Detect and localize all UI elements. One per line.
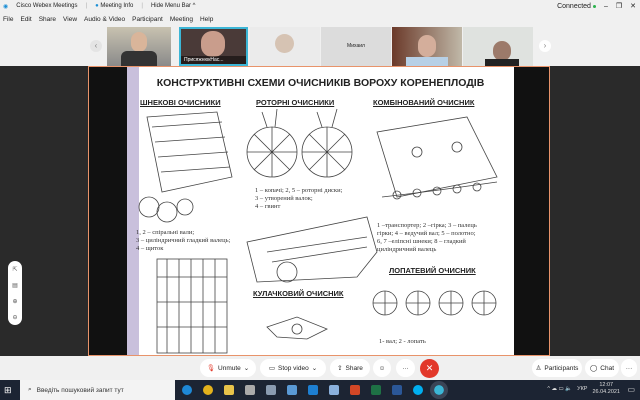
participant-video-3[interactable] — [392, 27, 462, 66]
menu-meeting[interactable]: Meeting — [170, 16, 193, 23]
taskbar-search-input[interactable]: ⌕ Введіть пошуковий запит тут — [20, 380, 175, 400]
menu-help[interactable]: Help — [200, 16, 213, 23]
participant-video-1[interactable] — [107, 27, 171, 66]
word-icon[interactable] — [392, 385, 402, 395]
participant-video-strip: ‹ ПрисяжнюкНас... Михаил › — [0, 27, 640, 66]
meeting-controls: 🎙 Unmute ⌄ ▭ Stop video ⌄ ⇪ Share ☺ ··· ✕ ♙ Pa… — [0, 357, 640, 380]
caption-blade: 1- вал; 2 - лопать — [379, 338, 426, 345]
chat-icon: ◯ — [589, 365, 598, 372]
excel-icon[interactable] — [371, 385, 381, 395]
clock[interactable]: 12:07 26.04.2021 — [592, 382, 620, 396]
minimize-button[interactable]: – — [604, 3, 608, 10]
menu-share[interactable]: Share — [39, 16, 56, 23]
info-icon: ● — [95, 3, 99, 9]
title-bar: ◉ Cisco Webex Meetings | ● Meeting Info | … — [3, 2, 636, 11]
windows-taskbar: ⊞ ⌕ Введіть пошуковий запит тут ^ ☁ ▭ 🔈 У… — [0, 380, 640, 400]
strip-prev-button[interactable]: ‹ — [90, 40, 102, 52]
presentation-slide: КОНСТРУКТИВНІ СХЕМИ ОЧИСНИКІВ ВОРОХУ КОР… — [127, 67, 514, 355]
avatar — [275, 34, 294, 53]
notes-icon[interactable] — [287, 385, 297, 395]
menu-edit[interactable]: Edit — [20, 16, 31, 23]
menu-file[interactable]: File — [3, 16, 13, 23]
hide-menu-bar-button[interactable]: Hide Menu Bar ^ — [151, 3, 196, 9]
technical-drawings — [138, 108, 498, 354]
notifications-icon[interactable]: ▭ — [627, 385, 635, 394]
strip-next-button[interactable]: › — [539, 40, 551, 52]
chevron-down-icon[interactable]: ⌄ — [244, 364, 249, 372]
restore-button[interactable]: ❐ — [616, 2, 622, 10]
save-icon[interactable] — [329, 385, 339, 395]
share-icon: ⇪ — [337, 365, 343, 372]
calculator-icon[interactable] — [266, 385, 276, 395]
chat-button[interactable]: ◯ Chat — [585, 359, 619, 377]
unmute-button[interactable]: 🎙 Unmute ⌄ — [200, 359, 256, 377]
menu-bar: File Edit Share View Audio & Video Parti… — [0, 13, 213, 26]
stop-video-button[interactable]: ▭ Stop video ⌄ — [260, 359, 326, 377]
mic-muted-icon: 🎙 — [206, 365, 216, 372]
fit-icon[interactable]: ⇱ — [12, 266, 17, 273]
zoom-out-icon[interactable]: ⊖ — [12, 314, 17, 321]
mail-icon[interactable] — [308, 385, 318, 395]
chevron-down-icon[interactable]: ⌄ — [312, 364, 317, 372]
caption-screw: 1, 2 – спіральні вали; 3 – циліндричний г… — [136, 229, 231, 252]
combined-cleaner-drawing — [376, 116, 498, 200]
connection-status: Connected — [557, 3, 596, 10]
panel-more-button[interactable]: ··· — [621, 359, 637, 377]
windows-start-icon[interactable]: ⊞ — [4, 385, 12, 395]
status-dot-icon — [592, 4, 596, 8]
participant-video-4[interactable] — [463, 27, 533, 66]
skype-icon[interactable] — [413, 385, 423, 395]
edge-icon[interactable] — [182, 385, 192, 395]
menu-view[interactable]: View — [63, 16, 77, 23]
app-title: Cisco Webex Meetings — [16, 3, 78, 9]
participant-avatar-tile[interactable] — [250, 27, 320, 66]
close-icon: ✕ — [425, 363, 434, 373]
webex-taskbar-icon[interactable] — [430, 381, 448, 399]
close-button[interactable]: ✕ — [630, 2, 636, 10]
powerpoint-icon[interactable] — [350, 385, 360, 395]
caption-combined: 1 –транспортер; 2 –гірка; 3 – палець гірк… — [377, 222, 477, 253]
cam-cleaner-drawing — [266, 316, 328, 340]
app-icon[interactable] — [245, 385, 255, 395]
participant-name-label: ПрисяжнюкНас... — [181, 56, 246, 64]
menu-audio-video[interactable]: Audio & Video — [84, 16, 125, 23]
shared-slide-frame: КОНСТРУКТИВНІ СХЕМИ ОЧИСНИКІВ ВОРОХУ КОР… — [88, 66, 550, 356]
annotate-icon[interactable]: ▤ — [12, 282, 18, 289]
caption-rotor: 1 – копачі; 2, 5 – роторні диски; 3 – утв… — [255, 187, 343, 210]
zoom-in-icon[interactable]: ⊕ — [12, 298, 17, 305]
language-indicator[interactable]: УКР — [577, 386, 587, 392]
participants-button[interactable]: ♙ Participants — [532, 359, 582, 377]
reactions-button[interactable]: ☺ — [373, 359, 391, 377]
system-tray: ^ ☁ ▭ 🔈 УКР 12:07 26.04.2021 — [547, 382, 620, 396]
share-button[interactable]: ⇪ Share — [330, 359, 370, 377]
zoom-controls: ⇱ ▤ ⊕ ⊖ — [8, 261, 22, 325]
chrome-icon[interactable] — [203, 385, 213, 395]
participant-name-tile[interactable]: Михаил — [321, 27, 391, 66]
file-explorer-icon[interactable] — [224, 385, 234, 395]
shared-content-area: ⇱ ▤ ⊕ ⊖ КОНСТРУКТИВНІ СХЕМИ ОЧИСНИКІВ ВО… — [0, 66, 640, 356]
video-icon: ▭ — [268, 365, 275, 372]
participant-video-active[interactable]: ПрисяжнюкНас... — [179, 27, 248, 66]
more-options-button[interactable]: ··· — [396, 359, 415, 377]
search-icon: ⌕ — [28, 386, 32, 393]
harvester-drawing — [246, 216, 378, 283]
meeting-info-button[interactable]: ● Meeting Info — [95, 3, 133, 9]
tray-icons[interactable]: ^ ☁ ▭ 🔈 — [547, 386, 572, 392]
menu-participant[interactable]: Participant — [132, 16, 163, 23]
person-icon: ♙ — [535, 365, 542, 372]
webex-logo-icon: ◉ — [3, 3, 9, 10]
rotor-cleaner-drawing — [246, 108, 353, 178]
emoji-icon: ☺ — [378, 364, 386, 372]
leave-meeting-button[interactable]: ✕ — [420, 359, 439, 378]
blade-cleaner-drawing — [372, 290, 497, 316]
